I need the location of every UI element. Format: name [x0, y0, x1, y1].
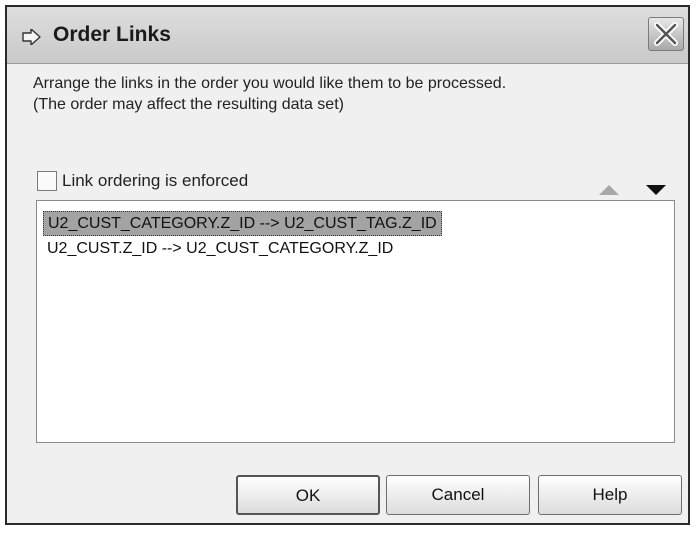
instruction-line-2: (The order may affect the resulting data… — [33, 96, 344, 113]
list-item[interactable]: U2_CUST.Z_ID --> U2_CUST_CATEGORY.Z_ID — [43, 237, 397, 260]
triangle-up-icon — [599, 185, 619, 195]
links-list[interactable]: U2_CUST_CATEGORY.Z_ID --> U2_CUST_TAG.Z_… — [36, 200, 675, 443]
order-links-dialog: Order Links Arrange the links in the ord… — [5, 5, 690, 525]
arrow-right-icon — [21, 28, 41, 46]
triangle-down-icon — [646, 185, 666, 195]
move-up-button[interactable] — [598, 183, 620, 197]
ok-button[interactable]: OK — [236, 475, 380, 515]
title-bar: Order Links — [7, 7, 688, 64]
cancel-button[interactable]: Cancel — [386, 475, 530, 515]
instructions: Arrange the links in the order you would… — [33, 73, 506, 115]
dialog-title: Order Links — [53, 23, 171, 46]
move-down-button[interactable] — [645, 183, 667, 197]
close-button[interactable] — [648, 17, 684, 51]
help-button[interactable]: Help — [538, 475, 682, 515]
list-item[interactable]: U2_CUST_CATEGORY.Z_ID --> U2_CUST_TAG.Z_… — [43, 211, 442, 236]
link-ordering-label[interactable]: Link ordering is enforced — [62, 171, 248, 191]
link-ordering-checkbox[interactable] — [37, 171, 57, 191]
instruction-line-1: Arrange the links in the order you would… — [33, 75, 507, 92]
